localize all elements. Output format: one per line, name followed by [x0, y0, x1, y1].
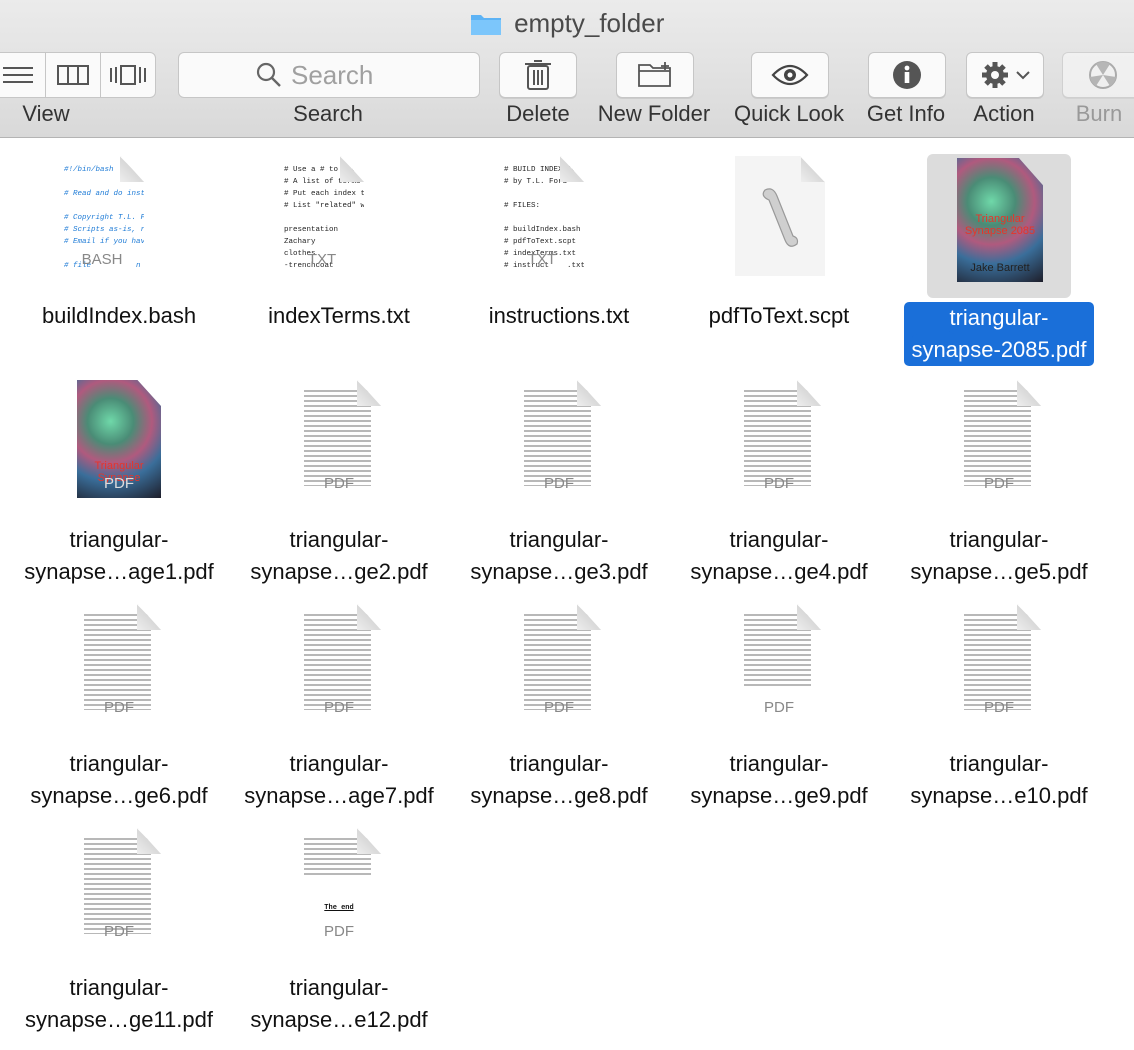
file-name: triangular-synapse…ge11.pdf	[25, 975, 213, 1032]
end-text: The end	[324, 904, 354, 912]
file-item[interactable]: PDF triangular-synapse…ge5.pdf	[889, 370, 1109, 590]
file-icon-grid: #!/bin/bash # Read and do instruct # Cop…	[0, 138, 1134, 1050]
file-item[interactable]: PDF triangular-synapse…e10.pdf	[889, 594, 1109, 814]
file-name: triangular-synapse…ge5.pdf	[910, 527, 1088, 584]
pdf-file-icon: PDF	[517, 380, 601, 498]
action-label: Action	[973, 101, 1035, 126]
file-item[interactable]: PDF triangular-synapse…ge8.pdf	[449, 594, 669, 814]
column-view-icon	[57, 65, 89, 85]
script-scroll-icon	[762, 188, 799, 247]
file-name: triangular-synapse…ge9.pdf	[690, 751, 868, 808]
pdf-file-icon: PDF	[297, 604, 381, 722]
view-label: View	[22, 101, 70, 126]
new-folder-button[interactable]	[616, 52, 694, 98]
file-name: triangular-synapse…e10.pdf	[910, 751, 1088, 808]
file-item[interactable]: The end PDF triangular-synapse…e12.pdf	[229, 818, 449, 1038]
file-item-selected[interactable]: Triangular Synapse 2085 Jake Barrett tri…	[889, 146, 1109, 366]
pdf-file-icon: PDF	[77, 828, 161, 946]
pdf-file-icon: PDF	[737, 380, 821, 498]
burn-button[interactable]	[1062, 52, 1134, 98]
action-button[interactable]	[966, 52, 1044, 98]
pdf-file-icon: PDF	[957, 604, 1041, 722]
bash-file-icon: #!/bin/bash # Read and do instruct # Cop…	[60, 156, 144, 274]
text-file-icon: # Use a # to indi # A list of terms # Pu…	[280, 156, 364, 274]
quick-look-label: Quick Look	[733, 101, 845, 126]
file-name: triangular-synapse…e12.pdf	[250, 975, 428, 1032]
pdf-file-icon: PDF	[77, 604, 161, 722]
file-item[interactable]: #!/bin/bash # Read and do instruct # Cop…	[9, 146, 229, 366]
file-item[interactable]: Triangular Synapse PDF triangular-synaps…	[9, 370, 229, 590]
finder-toolbar: empty_folder View Search Search Delete N…	[0, 0, 1134, 138]
file-name: instructions.txt	[488, 303, 630, 328]
pdf-file-icon: PDF	[517, 604, 601, 722]
file-item[interactable]: # Use a # to indi # A list of terms # Pu…	[229, 146, 449, 366]
list-view-button[interactable]	[0, 53, 45, 97]
file-item[interactable]: PDF triangular-synapse…ge3.pdf	[449, 370, 669, 590]
view-segmented-control[interactable]	[0, 52, 156, 98]
file-item[interactable]: PDF triangular-synapse…ge9.pdf	[669, 594, 889, 814]
search-input[interactable]	[289, 58, 403, 92]
file-name: triangular-synapse…ge3.pdf	[470, 527, 648, 584]
file-item[interactable]: PDF triangular-synapse…ge2.pdf	[229, 370, 449, 590]
file-name: buildIndex.bash	[41, 303, 197, 328]
file-name: triangular-synapse…ge2.pdf	[250, 527, 428, 584]
column-view-button[interactable]	[45, 53, 100, 97]
new-folder-label: New Folder	[597, 101, 711, 126]
search-label: Search	[293, 101, 363, 126]
file-name-selected: triangular-synapse-2085.pdf	[889, 302, 1109, 366]
gear-icon	[982, 62, 1008, 88]
file-name: triangular-synapse…ge4.pdf	[690, 527, 868, 584]
delete-button[interactable]	[499, 52, 577, 98]
pdf-cover-icon: Triangular Synapse 2085 Jake Barrett	[957, 158, 1043, 282]
get-info-label: Get Info	[866, 101, 946, 126]
file-item[interactable]: # BUILD INDEX TEX # by T.L. Ford # FILES…	[449, 146, 669, 366]
window-title-bar: empty_folder	[0, 8, 1134, 42]
file-name: indexTerms.txt	[268, 303, 410, 328]
get-info-button[interactable]	[868, 52, 946, 98]
new-folder-icon	[638, 62, 671, 87]
delete-label: Delete	[506, 101, 570, 126]
quick-look-button[interactable]	[751, 52, 829, 98]
pdf-file-icon: PDF	[297, 380, 381, 498]
applescript-file-icon	[735, 156, 825, 276]
burn-icon	[1089, 61, 1117, 89]
text-file-icon: # BUILD INDEX TEX # by T.L. Ford # FILES…	[500, 156, 584, 274]
file-name: triangular-synapse…ge6.pdf	[30, 751, 208, 808]
eye-icon	[771, 64, 809, 86]
file-item[interactable]: PDF triangular-synapse…age7.pdf	[229, 594, 449, 814]
burn-label: Burn	[1075, 101, 1123, 126]
list-view-icon	[3, 67, 33, 83]
search-field[interactable]	[178, 52, 480, 98]
file-item[interactable]: PDF triangular-synapse…ge11.pdf	[9, 818, 229, 1038]
chevron-down-icon	[1016, 71, 1030, 80]
info-icon	[893, 61, 921, 89]
file-name: triangular-synapse…age1.pdf	[24, 527, 214, 584]
pdf-cover-icon: Triangular Synapse PDF	[77, 380, 161, 498]
coverflow-view-icon	[110, 65, 146, 85]
pdf-file-icon: The end PDF	[297, 828, 381, 946]
file-name: triangular-synapse…age7.pdf	[244, 751, 434, 808]
pdf-file-icon: PDF	[737, 604, 821, 722]
file-name: triangular-synapse…ge8.pdf	[470, 751, 648, 808]
trash-icon	[525, 60, 551, 90]
coverflow-view-button[interactable]	[100, 53, 155, 97]
file-name: pdfToText.scpt	[708, 303, 850, 328]
search-icon	[256, 62, 281, 87]
folder-icon	[470, 14, 501, 35]
file-item[interactable]: PDF triangular-synapse…ge4.pdf	[669, 370, 889, 590]
file-item[interactable]: PDF triangular-synapse…ge6.pdf	[9, 594, 229, 814]
pdf-file-icon: PDF	[957, 380, 1041, 498]
file-item[interactable]: pdfToText.scpt	[669, 146, 889, 366]
window-title: empty_folder	[514, 8, 665, 38]
